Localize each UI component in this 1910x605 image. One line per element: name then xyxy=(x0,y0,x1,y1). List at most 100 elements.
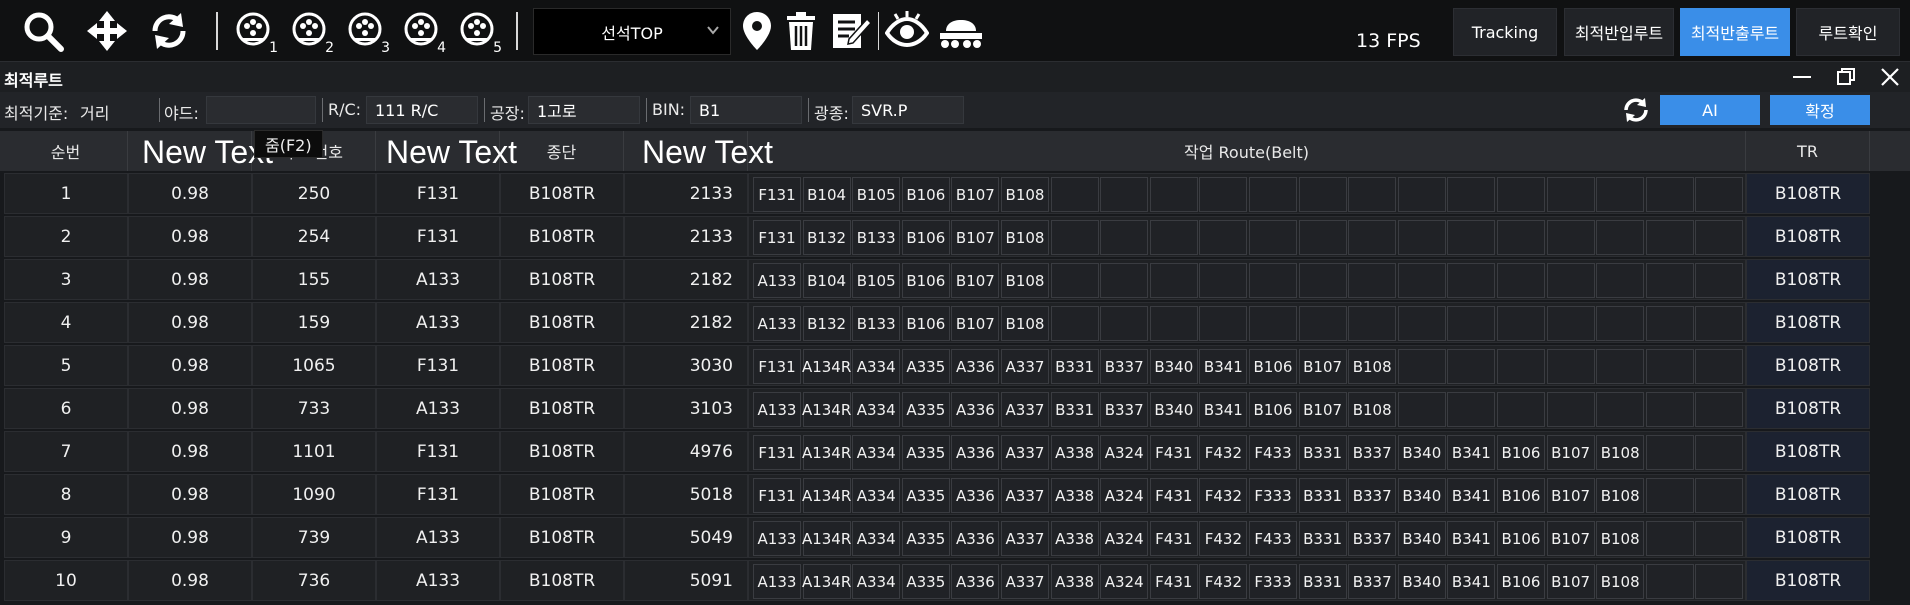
belt-chip: B108 xyxy=(1001,263,1049,298)
belt-chip: B107 xyxy=(951,220,1000,255)
zoom-preset-1-button[interactable]: 1 xyxy=(232,8,278,56)
table-row[interactable]: 2 0.98 254 F131 B108TR 2133 F131 B132 B133 B106 B1… xyxy=(0,216,1910,259)
ore-field[interactable]: SVR.P xyxy=(852,96,964,124)
crane-vehicle-icon[interactable] xyxy=(936,8,986,54)
belt-chip xyxy=(1397,220,1446,255)
search-icon[interactable] xyxy=(20,8,66,54)
belt-chip: A336 xyxy=(951,478,1000,513)
belt-chip: A337 xyxy=(1001,392,1049,427)
cell-tr: B108TR xyxy=(1746,216,1870,257)
belt-chip xyxy=(1397,306,1446,341)
col-header-end[interactable]: 종단 xyxy=(500,131,624,171)
table-row[interactable]: 9 0.98 739 A133 B108TR 5049 A133 A134R A334 A335 A… xyxy=(0,517,1910,560)
confirm-button[interactable]: 확정 xyxy=(1770,95,1870,125)
zoom-preset-3-button[interactable]: 3 xyxy=(344,8,390,56)
belt-chip xyxy=(1695,177,1744,212)
criterion-value[interactable]: 거리 xyxy=(80,100,109,124)
belt-chip xyxy=(1199,220,1248,255)
belt-chip xyxy=(1695,478,1744,513)
minimize-icon[interactable] xyxy=(1790,66,1814,88)
cell-start: A133 xyxy=(376,388,500,429)
view-select[interactable]: 선석TOP xyxy=(533,8,731,55)
belt-chip: B108 xyxy=(1596,478,1645,513)
belt-chip: B331 xyxy=(1298,521,1347,556)
table-row[interactable]: 5 0.98 1065 F131 B108TR 3030 F131 A134R A334 A335… xyxy=(0,345,1910,388)
table-row[interactable]: 1 0.98 250 F131 B108TR 2133 F131 B104 B105 B106 B1… xyxy=(0,173,1910,216)
belt-chip xyxy=(1050,306,1099,341)
belt-chip: F131 xyxy=(753,435,801,470)
belt-chip: B108 xyxy=(1001,306,1049,341)
inbound-route-button[interactable]: 최적반입루트 xyxy=(1564,8,1674,56)
belt-chip: B107 xyxy=(1546,478,1595,513)
cell-belt-route: F131 A134R A334 A335 A336 A337 A338 A324 F431 F43… xyxy=(748,431,1746,472)
cell-end: B108TR xyxy=(500,259,624,300)
cell-route-no: 736 xyxy=(252,560,376,601)
cell-distance: 5091 xyxy=(624,560,748,601)
belt-chip: A337 xyxy=(1001,435,1049,470)
yard-field[interactable] xyxy=(206,96,316,124)
col-header-tr[interactable]: TR xyxy=(1746,131,1870,171)
restore-icon[interactable] xyxy=(1834,66,1858,88)
belt-chip xyxy=(1546,263,1595,298)
belt-chip: A337 xyxy=(1001,478,1049,513)
cell-distance: 2182 xyxy=(624,259,748,300)
belt-chip: B106 xyxy=(901,306,950,341)
filter-divider xyxy=(159,98,160,122)
zoom-tooltip: 줌(F2) xyxy=(254,130,323,158)
cell-belt-route: F131 B104 B105 B106 B107 B108 xyxy=(748,173,1746,214)
cell-score: 0.98 xyxy=(128,259,252,300)
cell-score: 0.98 xyxy=(128,517,252,558)
zoom-preset-5-button[interactable]: 5 xyxy=(456,8,502,56)
factory-label: 공장: xyxy=(490,104,525,123)
belt-chip xyxy=(1645,349,1694,384)
belt-chip: B107 xyxy=(1298,392,1347,427)
belt-chip xyxy=(1645,177,1694,212)
belt-chip: B341 xyxy=(1199,392,1248,427)
belt-chip: B341 xyxy=(1447,478,1496,513)
belt-chip: A324 xyxy=(1100,435,1149,470)
outbound-route-button[interactable]: 최적반출루트 xyxy=(1680,8,1790,56)
table-row[interactable]: 7 0.98 1101 F131 B108TR 4976 F131 A134R A334 A335… xyxy=(0,431,1910,474)
eye-icon[interactable] xyxy=(884,8,930,54)
move-icon[interactable] xyxy=(84,8,130,54)
belt-chip: B341 xyxy=(1447,564,1496,599)
col-header-no[interactable]: 순번 xyxy=(4,131,128,171)
table-row[interactable]: 4 0.98 159 A133 B108TR 2182 A133 B132 B133 B106 B1… xyxy=(0,302,1910,345)
route-confirm-button[interactable]: 루트확인 xyxy=(1796,8,1900,56)
cell-end: B108TR xyxy=(500,474,624,515)
zoom-preset-4-button[interactable]: 4 xyxy=(400,8,446,56)
panel-title: 최적루트 xyxy=(4,71,63,90)
belt-chip: F432 xyxy=(1199,435,1248,470)
tracking-button[interactable]: Tracking xyxy=(1453,8,1557,56)
cell-end: B108TR xyxy=(500,431,624,472)
col-header-belt-route[interactable]: 작업 Route(Belt) xyxy=(748,131,1746,171)
close-icon[interactable] xyxy=(1878,66,1902,88)
location-pin-icon[interactable] xyxy=(734,8,780,54)
belt-chip xyxy=(1199,177,1248,212)
table-row[interactable]: 3 0.98 155 A133 B108TR 2182 A133 B104 B105 B106 B1… xyxy=(0,259,1910,302)
belt-chip xyxy=(1149,306,1198,341)
cell-score: 0.98 xyxy=(128,216,252,257)
table-row[interactable]: 6 0.98 733 A133 B108TR 3103 A133 A134R A334 A335 A… xyxy=(0,388,1910,431)
belt-chip: A336 xyxy=(951,349,1000,384)
belt-chip xyxy=(1298,177,1347,212)
edit-note-icon[interactable] xyxy=(828,8,874,54)
refresh-icon[interactable] xyxy=(146,8,192,54)
belt-chip: A134R xyxy=(802,564,851,599)
bin-label: BIN: xyxy=(652,100,686,119)
rc-field[interactable]: 111 R/C xyxy=(366,96,478,124)
belt-chip: F431 xyxy=(1149,521,1198,556)
table-row[interactable]: 10 0.98 736 A133 B108TR 5091 A133 A134R A334 A335… xyxy=(0,560,1910,603)
belt-chip: F431 xyxy=(1149,564,1198,599)
cell-belt-route: F131 A134R A334 A335 A336 A337 A338 A324 F431 F43… xyxy=(748,474,1746,515)
refresh-icon[interactable] xyxy=(1620,94,1652,126)
factory-field[interactable]: 1고로 xyxy=(528,96,640,124)
belt-chip: A134R xyxy=(802,478,851,513)
zoom-preset-2-button[interactable]: 2 xyxy=(288,8,334,56)
belt-chip: A324 xyxy=(1100,478,1149,513)
bin-field[interactable]: B1 xyxy=(690,96,802,124)
belt-chip xyxy=(1050,263,1099,298)
ai-button[interactable]: AI xyxy=(1660,95,1760,125)
table-row[interactable]: 8 0.98 1090 F131 B108TR 5018 F131 A134R A334 A335… xyxy=(0,474,1910,517)
trash-icon[interactable] xyxy=(778,8,824,54)
